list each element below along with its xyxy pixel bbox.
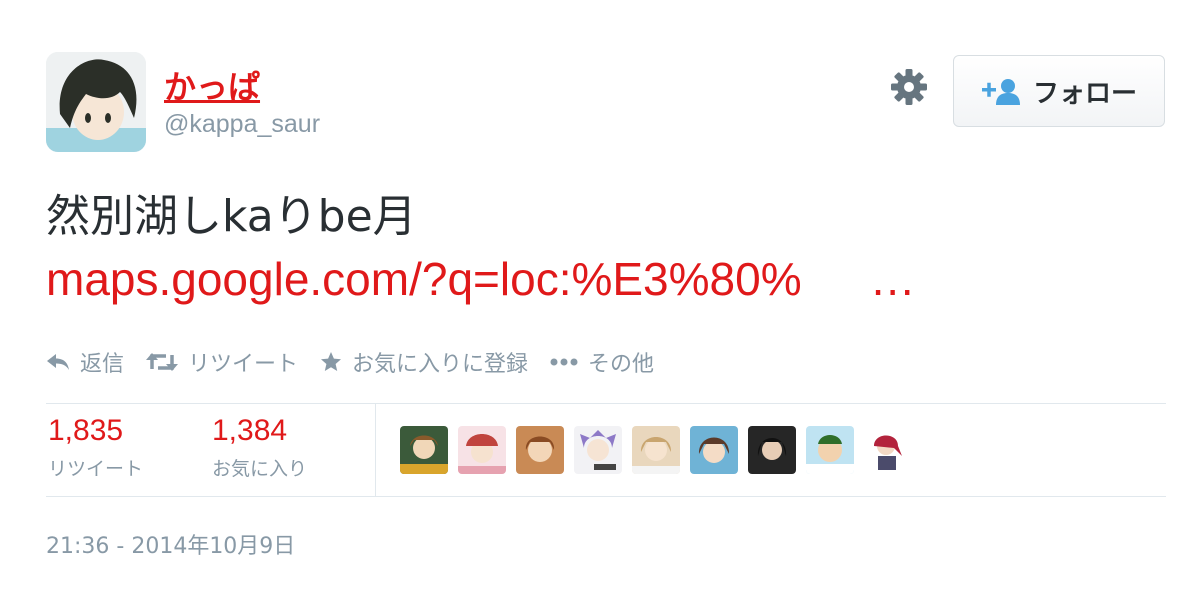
retweet-label: リツイート bbox=[188, 352, 299, 377]
divider-bottom bbox=[46, 496, 1166, 497]
tweet-link[interactable]: maps.google.com/?q=loc:%E3%80% … bbox=[46, 252, 916, 306]
reply-action[interactable]: 返信 bbox=[46, 346, 124, 378]
retweet-count[interactable]: 1,835 リツイート bbox=[48, 414, 143, 481]
favorite-count-label: お気に入り bbox=[212, 458, 308, 480]
follow-button[interactable]: フォロー bbox=[953, 55, 1165, 127]
retweet-icon bbox=[146, 353, 179, 371]
tweet-timestamp[interactable]: 21:36 - 2014年10月9日 bbox=[46, 528, 295, 560]
user-avatar[interactable] bbox=[46, 52, 146, 152]
more-dots-icon bbox=[550, 358, 578, 366]
favoriter-avatar[interactable] bbox=[632, 426, 680, 474]
favoriter-avatar[interactable] bbox=[806, 426, 854, 474]
retweet-count-value: 1,835 bbox=[48, 414, 124, 447]
tweet-text: 然別湖しkaりbe月 bbox=[46, 191, 417, 242]
tweet-link-url[interactable]: maps.google.com/?q=loc:%E3%80% bbox=[46, 253, 802, 305]
star-icon bbox=[321, 352, 342, 371]
divider-top bbox=[46, 403, 1166, 404]
favoriter-avatar[interactable] bbox=[690, 426, 738, 474]
favoriter-avatar[interactable] bbox=[516, 426, 564, 474]
favorite-count[interactable]: 1,384 お気に入り bbox=[212, 414, 307, 481]
retweet-action[interactable]: リツイート bbox=[146, 346, 298, 378]
user-display-name[interactable]: かっぱ bbox=[164, 62, 260, 108]
more-action[interactable]: その他 bbox=[550, 346, 654, 378]
user-handle: @kappa_saur bbox=[164, 110, 321, 138]
reply-icon bbox=[47, 354, 69, 370]
favorite-label: お気に入りに登録 bbox=[352, 352, 529, 377]
retweet-count-label: リツイート bbox=[48, 458, 144, 480]
tweet-link-ellipsis: … bbox=[869, 253, 916, 305]
follow-button-label: フォロー bbox=[1032, 78, 1137, 109]
more-label: その他 bbox=[588, 352, 655, 377]
favoriter-avatars bbox=[400, 426, 912, 474]
favorite-count-value: 1,384 bbox=[212, 414, 288, 447]
favoriter-avatar[interactable] bbox=[400, 426, 448, 474]
favoriter-avatar[interactable] bbox=[574, 426, 622, 474]
favoriter-avatar[interactable] bbox=[864, 426, 912, 474]
favorite-action[interactable]: お気に入りに登録 bbox=[320, 346, 528, 378]
favoriter-avatar[interactable] bbox=[748, 426, 796, 474]
add-user-icon bbox=[981, 79, 1020, 105]
gear-icon[interactable] bbox=[888, 66, 930, 108]
reply-label: 返信 bbox=[80, 352, 125, 377]
favoriter-avatar[interactable] bbox=[458, 426, 506, 474]
tweet-actions: 返信 リツイート お気に入りに登録 その他 bbox=[46, 342, 676, 382]
stats-divider bbox=[375, 404, 376, 496]
